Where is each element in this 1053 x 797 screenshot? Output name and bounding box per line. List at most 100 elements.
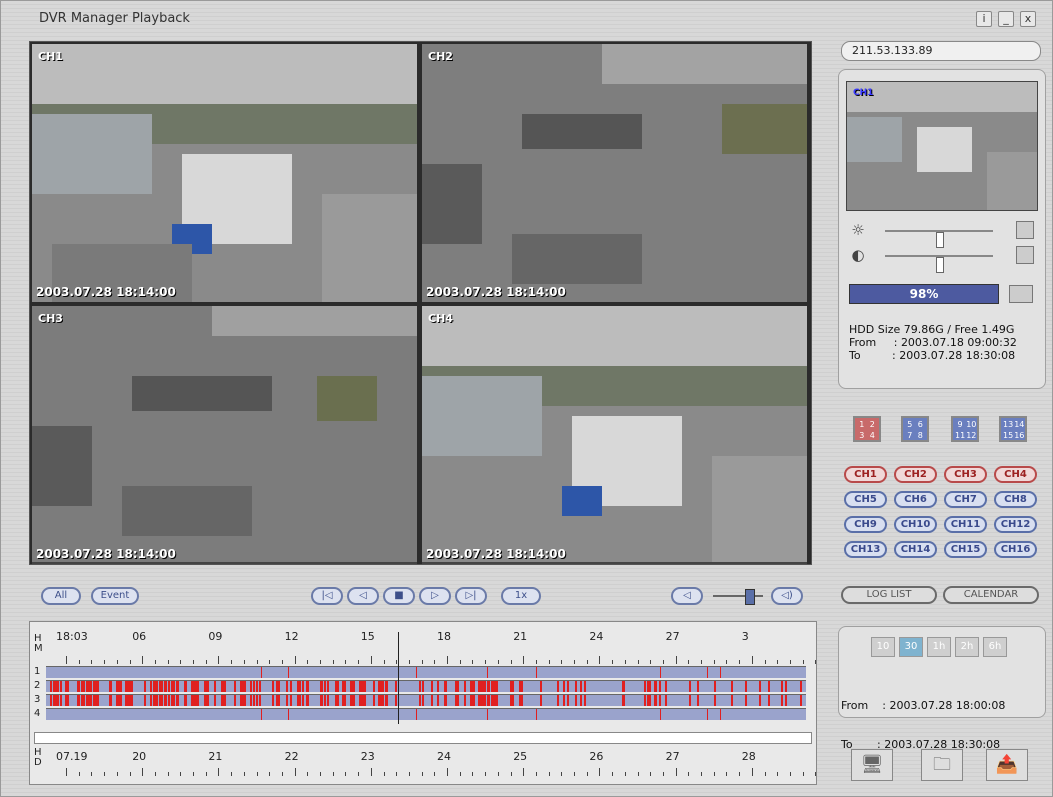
event-mark [512, 695, 515, 706]
channel-button-ch8[interactable]: CH8 [994, 491, 1037, 508]
event-mark [481, 695, 484, 706]
channel-button-ch6[interactable]: CH6 [894, 491, 937, 508]
minute-ruler: 18:03 06 09 12 15 18 21 24 27 3 [44, 630, 817, 664]
event-mark [491, 681, 494, 692]
contrast-slider[interactable] [885, 255, 993, 273]
ruler-tick [408, 772, 410, 776]
camera-view-ch4[interactable]: CH4 2003.07.28 18:14:00 [422, 306, 807, 564]
split-1-4-button[interactable]: 12 34 [853, 416, 881, 442]
ruler-tick [281, 660, 283, 664]
camera-view-ch3[interactable]: CH3 2003.07.28 18:14:00 [32, 306, 417, 564]
stop-button[interactable]: ■ [383, 587, 415, 605]
ruler-label: 27 [665, 630, 680, 643]
ruler-tick [739, 772, 741, 776]
volume-up-button[interactable]: ◁) [771, 587, 803, 605]
channel-button-ch16[interactable]: CH16 [994, 541, 1037, 558]
channel-button-ch9[interactable]: CH9 [844, 516, 887, 533]
skip-back-button[interactable]: |◁ [311, 587, 343, 605]
ruler-tick [142, 656, 144, 664]
split-num: 9 [957, 420, 963, 429]
export-icon[interactable]: 📤 [986, 749, 1028, 781]
ruler-label: 27 [665, 750, 680, 763]
event-mark [688, 681, 691, 692]
ruler-tick [116, 660, 118, 664]
ruler-tick [358, 660, 360, 664]
split-5-8-button[interactable]: 56 78 [901, 416, 929, 442]
folder-icon[interactable]: 🗀 [921, 749, 963, 781]
ruler-tick [218, 656, 220, 664]
event-mark [108, 681, 111, 692]
channel-button-ch5[interactable]: CH5 [844, 491, 887, 508]
zoom-6h-button[interactable]: 6h [983, 637, 1007, 657]
ruler-tick [675, 656, 677, 664]
play-back-button[interactable]: ◁ [347, 587, 379, 605]
progress-button[interactable] [1009, 285, 1033, 303]
ruler-tick [154, 660, 156, 664]
timeline-track-3[interactable] [46, 694, 806, 706]
volume-down-button[interactable]: ◁ [671, 587, 703, 605]
ruler-tick [637, 660, 639, 664]
ruler-tick [472, 772, 474, 776]
channel-button-ch14[interactable]: CH14 [894, 541, 937, 558]
log-list-button[interactable]: LOG LIST [841, 586, 937, 604]
ruler-tick [561, 660, 563, 664]
close-button[interactable]: x [1020, 11, 1036, 27]
event-mark [128, 695, 131, 706]
ruler-tick [396, 772, 398, 776]
zoom-10-button[interactable]: 10 [871, 637, 895, 657]
channel-button-ch11[interactable]: CH11 [944, 516, 987, 533]
channel-button-ch12[interactable]: CH12 [994, 516, 1037, 533]
event-mark [194, 695, 197, 706]
channel-button-ch15[interactable]: CH15 [944, 541, 987, 558]
channel-button-ch4[interactable]: CH4 [994, 466, 1037, 483]
event-mark [171, 681, 174, 692]
channel-button-ch10[interactable]: CH10 [894, 516, 937, 533]
brightness-reset-button[interactable] [1016, 221, 1034, 239]
event-mark [556, 681, 559, 692]
event-mark [456, 695, 459, 706]
event-button[interactable]: Event [91, 587, 139, 605]
channel-button-ch13[interactable]: CH13 [844, 541, 887, 558]
contrast-thumb[interactable] [936, 257, 944, 273]
event-mark [261, 709, 263, 720]
event-mark [184, 681, 187, 692]
split-13-16-button[interactable]: 13 14 15 16 [999, 416, 1027, 442]
all-button[interactable]: All [41, 587, 81, 605]
timeline-track-4[interactable] [46, 708, 806, 720]
event-mark [714, 695, 717, 706]
playhead[interactable] [398, 632, 399, 724]
volume-thumb[interactable] [745, 589, 755, 605]
timeline-track-2[interactable] [46, 680, 806, 692]
ruler-tick [294, 768, 296, 776]
play-button[interactable]: ▷ [419, 587, 451, 605]
skip-forward-button[interactable]: ▷| [455, 587, 487, 605]
event-mark [80, 695, 83, 706]
ruler-tick [205, 772, 207, 776]
split-num: 4 [869, 431, 875, 440]
ruler-label: 24 [589, 630, 604, 643]
zoom-2h-button[interactable]: 2h [955, 637, 979, 657]
brightness-slider[interactable] [885, 230, 993, 248]
contrast-reset-button[interactable] [1016, 246, 1034, 264]
timeline-track-1[interactable] [46, 666, 806, 678]
calendar-button[interactable]: CALENDAR [943, 586, 1039, 604]
camera-view-ch2[interactable]: CH2 2003.07.28 18:14:00 [422, 44, 807, 302]
event-mark [176, 695, 179, 706]
channel-button-ch1[interactable]: CH1 [844, 466, 887, 483]
preview-view: CH1 [846, 81, 1038, 211]
event-mark [583, 681, 586, 692]
channel-button-ch7[interactable]: CH7 [944, 491, 987, 508]
minimize-button[interactable]: _ [998, 11, 1014, 27]
zoom-1h-button[interactable]: 1h [927, 637, 951, 657]
channel-button-ch2[interactable]: CH2 [894, 466, 937, 483]
info-button[interactable]: i [976, 11, 992, 27]
split-9-12-button[interactable]: 9 10 11 12 [951, 416, 979, 442]
ruler-tick [332, 772, 334, 776]
camera-view-ch1[interactable]: CH1 2003.07.28 18:14:00 [32, 44, 417, 302]
zoom-30-button[interactable]: 30 [899, 637, 923, 657]
speed-button[interactable]: 1x [501, 587, 541, 605]
channel-button-ch3[interactable]: CH3 [944, 466, 987, 483]
event-mark [153, 681, 156, 692]
volume-slider[interactable] [713, 589, 763, 605]
monitor-icon[interactable]: 🖥 [851, 749, 893, 781]
